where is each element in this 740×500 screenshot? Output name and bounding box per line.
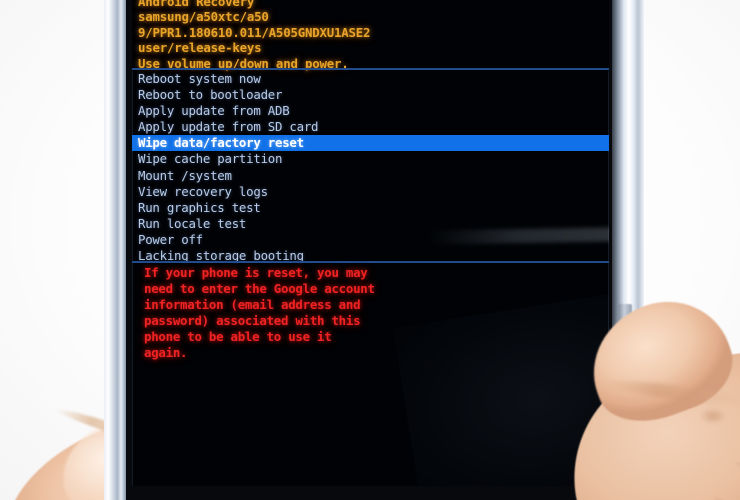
recovery-menu: Reboot system now Reboot to bootloader A… bbox=[132, 71, 609, 264]
warning-line: again. bbox=[144, 345, 188, 361]
recovery-header-line: user/release-keys bbox=[138, 40, 262, 56]
phone-right-frame bbox=[608, 0, 644, 500]
warning-line: need to enter the Google account bbox=[144, 281, 375, 297]
menu-item-wipe-data-factory-reset[interactable]: Wipe data/factory reset bbox=[132, 135, 609, 152]
menu-item-apply-update-from-adb[interactable]: Apply update from ADB bbox=[132, 103, 609, 119]
menu-divider bbox=[132, 261, 609, 263]
recovery-header-line: 9/PPR1.180610.011/A505GNDXU1ASE2 bbox=[138, 24, 371, 40]
menu-item-power-off[interactable]: Power off bbox=[132, 232, 609, 248]
menu-item-view-recovery-logs[interactable]: View recovery logs bbox=[132, 184, 609, 200]
warning-line: If your phone is reset, you may bbox=[144, 265, 368, 280]
menu-item-run-locale-test[interactable]: Run locale test bbox=[132, 216, 609, 232]
phone-screen[interactable]: Android Recovery samsung/a50xtc/a50 9/PP… bbox=[132, 0, 609, 486]
reset-warning-message: If your phone is reset, you may need to … bbox=[132, 265, 609, 362]
menu-item-apply-update-from-sd-card[interactable]: Apply update from SD card bbox=[132, 119, 609, 135]
warning-line: password) associated with this bbox=[144, 313, 361, 329]
menu-item-mount-system[interactable]: Mount /system bbox=[132, 168, 609, 184]
menu-item-run-graphics-test[interactable]: Run graphics test bbox=[132, 200, 609, 216]
warning-line: information (email address and bbox=[144, 297, 361, 313]
menu-item-reboot-system-now[interactable]: Reboot system now bbox=[132, 71, 609, 87]
menu-item-wipe-cache-partition[interactable]: Wipe cache partition bbox=[132, 151, 609, 167]
phone-device: Android Recovery samsung/a50xtc/a50 9/PP… bbox=[104, 0, 644, 500]
recovery-header: Android Recovery samsung/a50xtc/a50 9/PP… bbox=[132, 0, 609, 72]
menu-item-reboot-to-bootloader[interactable]: Reboot to bootloader bbox=[132, 87, 609, 103]
warning-line: phone to be able to use it bbox=[144, 329, 332, 345]
power-button[interactable] bbox=[618, 304, 632, 362]
recovery-header-line: samsung/a50xtc/a50 bbox=[138, 9, 269, 25]
header-divider bbox=[132, 68, 609, 70]
recovery-header-line: Android Recovery bbox=[138, 0, 255, 9]
